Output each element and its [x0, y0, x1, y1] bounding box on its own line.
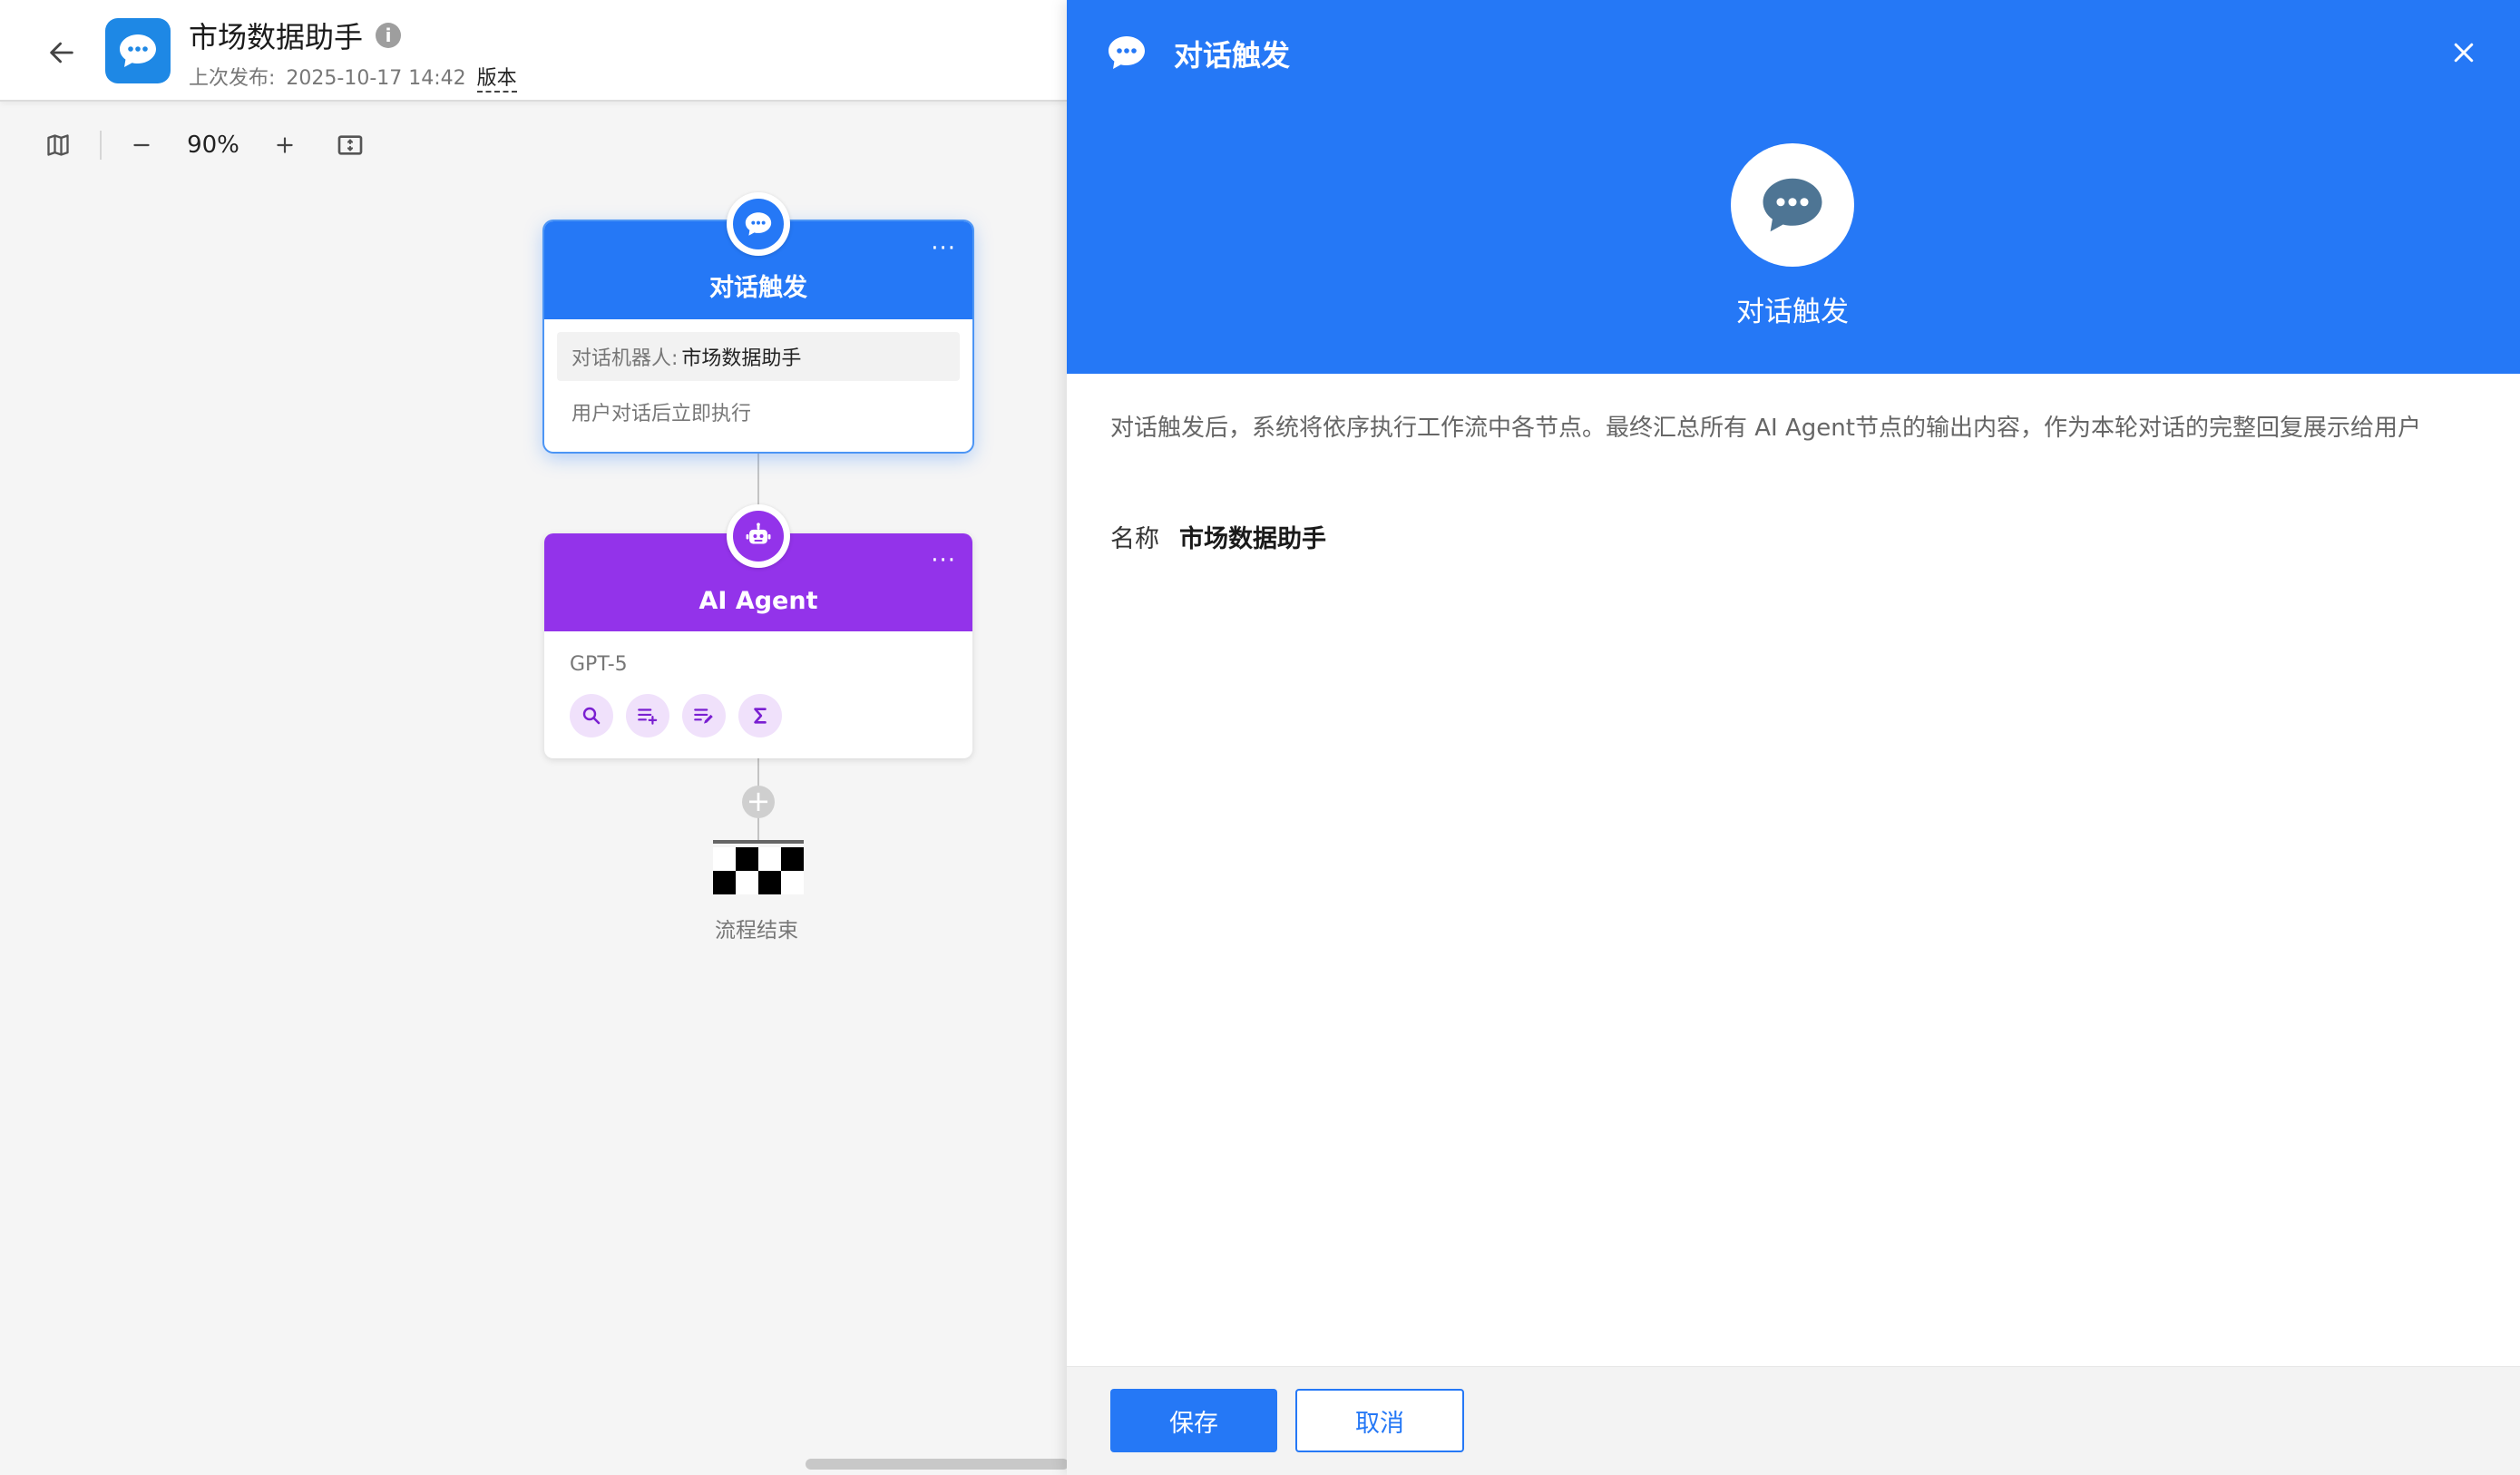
- tool-list-add-button[interactable]: [626, 694, 669, 738]
- ai-agent-node-badge: [727, 504, 790, 568]
- search-icon: [582, 707, 601, 725]
- publish-time: 2025-10-17 14:42: [286, 67, 466, 90]
- version-link[interactable]: 版本: [476, 62, 517, 93]
- panel-header: 对话触发 对话触发: [1067, 0, 2520, 374]
- list-add-icon: [638, 708, 658, 725]
- app-icon: [105, 18, 171, 83]
- trigger-node-header: ··· 对话触发: [544, 192, 972, 319]
- minus-icon: [133, 143, 150, 147]
- ai-agent-node[interactable]: ··· AI Agent GPT-5: [544, 504, 972, 758]
- save-button[interactable]: 保存: [1110, 1389, 1277, 1452]
- bot-value: 市场数据助手: [681, 347, 802, 370]
- fit-screen-icon: [337, 135, 363, 155]
- cancel-button[interactable]: 取消: [1295, 1389, 1464, 1452]
- finish-flag-icon: [713, 840, 804, 894]
- trigger-node-description: 用户对话后立即执行: [571, 403, 752, 425]
- add-node-button[interactable]: +: [742, 786, 775, 818]
- canvas-toolbar: 90%: [36, 123, 372, 167]
- app-header: 市场数据助手 i 上次发布: 2025-10-17 14:42 版本: [0, 0, 1067, 102]
- tool-search-button[interactable]: [570, 694, 613, 738]
- plus-icon: [277, 137, 293, 153]
- name-field: 名称 市场数据助手: [1110, 519, 1326, 554]
- toolbar-divider: [100, 131, 102, 160]
- panel-hero-badge: [1731, 143, 1854, 267]
- name-label: 名称: [1110, 525, 1159, 553]
- robot-icon: [746, 523, 771, 544]
- list-edit-icon: [694, 708, 713, 724]
- map-icon: [47, 134, 69, 156]
- horizontal-scrollbar[interactable]: [806, 1459, 1069, 1470]
- chat-bubble-icon: [120, 34, 156, 67]
- publish-info: 上次发布: 2025-10-17 14:42 版本: [189, 62, 517, 93]
- trigger-node[interactable]: ··· 对话触发 对话机器人: 市场数据助手 用户对话后立即执行: [544, 192, 972, 452]
- zoom-out-button[interactable]: [120, 123, 163, 167]
- panel-hero-label: 对话触发: [1736, 296, 1849, 328]
- back-button[interactable]: [40, 31, 83, 74]
- bot-label: 对话机器人:: [571, 347, 679, 370]
- chat-bubble-icon: [1109, 36, 1145, 69]
- end-node-label: 流程结束: [715, 919, 798, 943]
- node-settings-panel: 对话触发 对话触发 对话触发后，系统将依序执行工作流中各节点。最终汇总所有 AI…: [1067, 0, 2520, 1475]
- bot-field: 对话机器人: 市场数据助手: [557, 332, 960, 381]
- model-name: GPT-5: [570, 653, 628, 676]
- close-icon: [2454, 43, 2474, 63]
- ai-agent-node-header: ··· AI Agent: [544, 504, 972, 631]
- tool-list-edit-button[interactable]: [682, 694, 726, 738]
- agent-tools: [570, 694, 972, 738]
- publish-prefix: 上次发布:: [189, 67, 276, 90]
- zoom-in-button[interactable]: [263, 123, 307, 167]
- ai-agent-node-more-button[interactable]: ···: [931, 549, 956, 572]
- panel-title: 对话触发: [1174, 38, 1291, 73]
- app-title: 市场数据助手: [189, 20, 364, 54]
- chat-bubble-icon: [745, 212, 772, 236]
- trigger-node-badge: [727, 192, 790, 256]
- name-value: 市场数据助手: [1179, 525, 1326, 553]
- ai-agent-node-title: AI Agent: [698, 587, 818, 615]
- sigma-icon: [754, 708, 767, 724]
- panel-description: 对话触发后，系统将依序执行工作流中各节点。最终汇总所有 AI Agent节点的输…: [1110, 415, 2421, 442]
- arrow-left-icon: [50, 42, 73, 63]
- app-title-group: 市场数据助手 i: [189, 15, 402, 56]
- trigger-node-more-button[interactable]: ···: [931, 237, 956, 260]
- close-panel-button[interactable]: [2444, 33, 2484, 73]
- info-icon[interactable]: i: [376, 23, 402, 48]
- tool-sigma-button[interactable]: [738, 694, 782, 738]
- fit-screen-button[interactable]: [328, 123, 372, 167]
- zoom-level: 90%: [187, 132, 239, 159]
- panel-footer: 保存 取消: [1067, 1366, 2520, 1475]
- trigger-node-title: 对话触发: [709, 274, 807, 302]
- minimap-button[interactable]: [36, 123, 80, 167]
- chat-bubble-icon: [1763, 178, 1822, 232]
